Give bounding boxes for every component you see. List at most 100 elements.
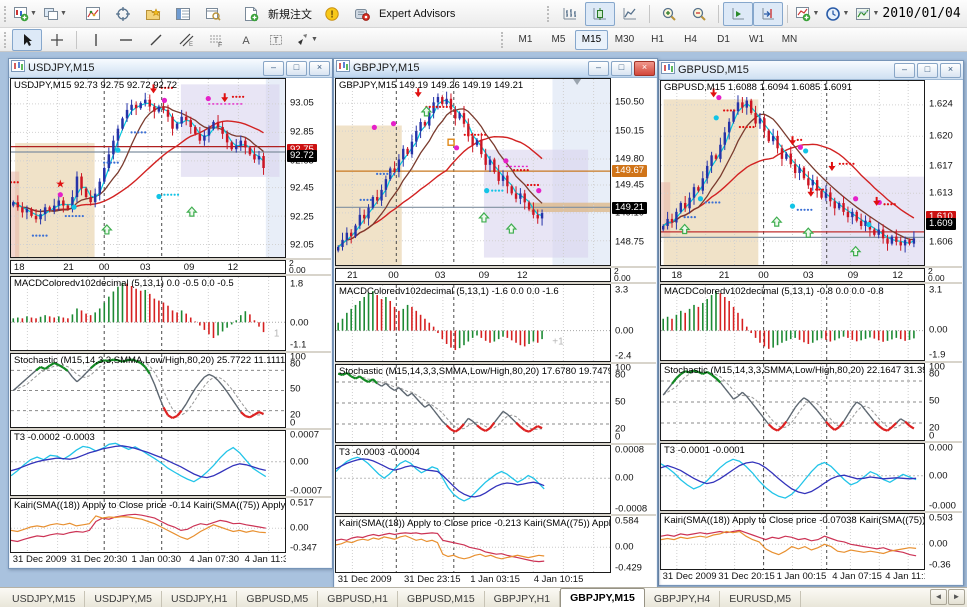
timeframe-button-M1[interactable]: M1 [509, 30, 542, 50]
stochastic-plot[interactable]: Stochastic (M15,14,3,3,SMMA,Low/High,80,… [660, 363, 925, 441]
chart-tab-GBPJPY-H4[interactable]: GBPJPY,H4 [645, 591, 721, 607]
window-titlebar[interactable]: USDJPY,M15 – □ × [9, 59, 332, 78]
vertical-line-tool-button[interactable] [81, 29, 111, 51]
chart-tab-GBPUSD-H1[interactable]: GBPUSD,H1 [318, 591, 398, 607]
cursor-tool-button[interactable] [12, 28, 42, 51]
text-label-tool-button[interactable]: T [261, 29, 291, 51]
maximize-button[interactable]: □ [917, 62, 938, 78]
fibonacci-tool-button[interactable]: F [201, 29, 231, 51]
macd-plot[interactable]: MACDColoredv102decimal (5,13,1) -1.6 0.0… [335, 283, 611, 363]
chart-tab-GBPJPY-H1[interactable]: GBPJPY,H1 [485, 591, 561, 607]
close-button[interactable]: × [309, 60, 330, 76]
toolbar-grip[interactable] [501, 31, 505, 48]
kairi-plot[interactable]: Kairi(SMA((18)) Apply to Close price -0.… [660, 513, 925, 570]
toolbar-grip[interactable] [4, 31, 8, 48]
data-window-button[interactable] [198, 2, 228, 26]
expert-advisors-button[interactable] [347, 2, 377, 26]
kairi-indicator-label: Kairi(SMA((18)) Apply to Close price -0.… [14, 500, 285, 511]
crosshair-window-button[interactable] [108, 2, 138, 26]
timeframe-button-H4[interactable]: H4 [674, 30, 707, 50]
timeframe-button-D1[interactable]: D1 [707, 30, 740, 50]
close-button[interactable]: × [940, 62, 961, 78]
tab-scroll-right-button[interactable]: ► [948, 589, 965, 605]
timeframe-button-M30[interactable]: M30 [608, 30, 641, 50]
zoom-in-button[interactable] [654, 2, 684, 26]
window-titlebar[interactable]: GBPUSD,M15 – □ × [659, 61, 963, 80]
indicators-button[interactable]: ▼ [792, 2, 822, 26]
t3-plot[interactable]: T3 -0.0002 -0.0003 [10, 430, 286, 496]
tab-scroll-left-button[interactable]: ◄ [930, 589, 947, 605]
kairi-plot[interactable]: Kairi(SMA((18)) Apply to Close price -0.… [335, 515, 611, 573]
macd-plot[interactable]: MACDColoredv102decimal (5,13,1) 0.0 -0.5… [10, 276, 286, 351]
maximize-button[interactable]: □ [286, 60, 307, 76]
expert-advisors-label[interactable]: Expert Advisors [379, 8, 455, 20]
axis-label: 80 [615, 369, 626, 381]
stochastic-pane-gbpjpy: Stochastic (M15,14,3,3,SMMA,Low/High,80,… [335, 364, 656, 443]
toolbar-separator [649, 4, 651, 23]
time-axis[interactable]: 21 00 03 09 12 [335, 267, 611, 282]
candlestick-type-button[interactable] [585, 1, 616, 26]
minimize-button[interactable]: – [263, 60, 284, 76]
arrows-tool-button[interactable]: ▼ [291, 29, 321, 51]
timeframe-button-M5[interactable]: M5 [542, 30, 575, 50]
auto-scroll-button[interactable] [723, 1, 754, 26]
chart-tab-GBPUSD-M5[interactable]: GBPUSD,M5 [237, 591, 319, 607]
text-tool-button[interactable]: A [231, 29, 261, 51]
t3-pane-gbpjpy: T3 -0.0003 -0.0004 0.0008 0.00 -0.0008 [335, 444, 656, 514]
timeframe-button-H1[interactable]: H1 [641, 30, 674, 50]
alerts-button[interactable]: ! [317, 2, 347, 26]
channel-tool-button[interactable]: E [171, 29, 201, 51]
macd-plot[interactable]: MACDColoredv102decimal (5,13,1) -0.8 0.0… [660, 283, 925, 362]
profiles-button[interactable]: ▼ [40, 2, 70, 26]
time-label: 09 [183, 262, 195, 273]
timeframe-button-W1[interactable]: W1 [740, 30, 773, 50]
chart-body: GBPUSD,M15 1.6088 1.6094 1.6085 1.6091 1.… [660, 80, 962, 584]
zoom-out-button[interactable] [684, 2, 714, 26]
price-box: 1.609 [926, 218, 956, 231]
new-order-button[interactable] [236, 2, 266, 26]
chart-tab-GBPUSD-M15[interactable]: GBPUSD,M15 [398, 591, 485, 607]
time-axis[interactable]: 18 21 00 03 09 12 [660, 267, 925, 282]
minimize-button[interactable]: – [588, 60, 609, 76]
chart-tab-USDJPY-M15[interactable]: USDJPY,M15 [3, 591, 86, 607]
window-titlebar[interactable]: GBPJPY,M15 – □ × [334, 59, 657, 78]
toolbar-grip[interactable] [547, 5, 551, 22]
crosshair-tool-button[interactable] [42, 29, 72, 51]
market-watch-button[interactable] [168, 2, 198, 26]
bar-chart-type-button[interactable] [555, 2, 585, 26]
t3-plot[interactable]: T3 -0.0001 -0.0001 [660, 442, 925, 512]
maximize-button[interactable]: □ [611, 60, 632, 76]
close-button[interactable]: × [634, 60, 655, 76]
horizontal-line-tool-button[interactable] [111, 29, 141, 51]
main-chart-plot[interactable]: GBPUSD,M15 1.6088 1.6094 1.6085 1.6091 [660, 80, 925, 266]
line-chart-type-button[interactable] [615, 2, 645, 26]
main-chart-plot[interactable]: GBPJPY,M15 149.19 149.26 149.19 149.21 [335, 78, 611, 266]
chart-tab-EURUSD-M5[interactable]: EURUSD,M5 [720, 591, 802, 607]
chart-tab-USDJPY-H1[interactable]: USDJPY,H1 [162, 591, 238, 607]
chart-tab-USDJPY-M5[interactable]: USDJPY,M5 [85, 591, 162, 607]
timeframe-button-MN[interactable]: MN [773, 30, 806, 50]
date-label: 31 Dec 23:15 [404, 574, 461, 585]
axis-label: 93.05 [290, 97, 314, 109]
favorites-button[interactable] [138, 2, 168, 26]
axis-label: -0.36 [929, 559, 951, 570]
chart-tab-GBPJPY-M15[interactable]: GBPJPY,M15 [560, 588, 645, 607]
templates-button[interactable]: ▼ [852, 2, 882, 26]
t3-plot[interactable]: T3 -0.0003 -0.0004 [335, 444, 611, 514]
new-order-label[interactable]: 新規注文 [268, 6, 312, 22]
kairi-plot[interactable]: Kairi(SMA((18)) Apply to Close price -0.… [10, 498, 286, 553]
time-label: 21 [63, 262, 74, 273]
stochastic-plot[interactable]: Stochastic (M15,14,3,3,SMMA,Low/High,80,… [10, 353, 286, 428]
new-chart-button[interactable]: ▼ [10, 2, 40, 26]
main-chart-plot[interactable]: USDJPY,M15 92.73 92.75 92.72 92.72 ★ [10, 78, 286, 258]
stochastic-plot[interactable]: Stochastic (M15,14,3,3,SMMA,Low/High,80,… [335, 364, 611, 443]
minimize-button[interactable]: – [894, 62, 915, 78]
periods-button[interactable]: ▼ [822, 2, 852, 26]
tick-chart-button[interactable] [78, 2, 108, 26]
toolbar-grip[interactable] [4, 5, 6, 22]
time-axis[interactable]: 18 21 00 03 09 12 [10, 260, 286, 274]
trendline-tool-button[interactable] [141, 29, 171, 51]
t3-axis: 0.0007 0.00 -0.0007 [286, 430, 331, 496]
timeframe-button-M15[interactable]: M15 [575, 29, 608, 50]
chart-shift-button[interactable] [753, 1, 784, 26]
